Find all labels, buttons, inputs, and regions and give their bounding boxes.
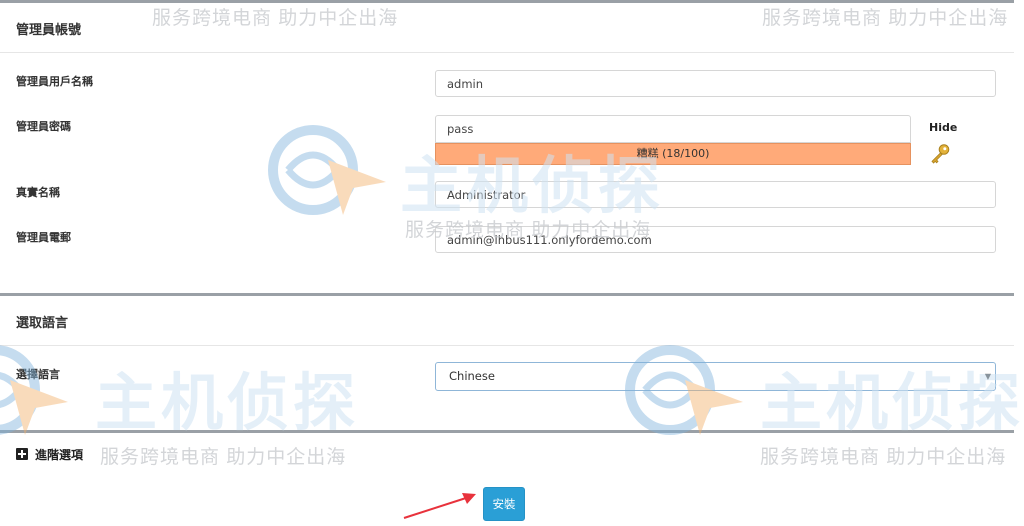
hide-password-toggle[interactable]: Hide: [929, 121, 957, 134]
watermark-brand: 主机侦探: [400, 149, 665, 222]
watermark-slogan: 服务跨境电商 助力中企出海: [100, 447, 347, 468]
watermark-slogan: 服务跨境电商 助力中企出海: [760, 447, 1007, 468]
pointer-arrow-icon: [403, 493, 476, 519]
account-section-title: 管理員帳號: [16, 23, 82, 38]
plus-square-icon[interactable]: [16, 448, 28, 460]
language-section-title: 選取語言: [16, 316, 69, 331]
advanced-options-toggle[interactable]: 進階選項: [35, 446, 83, 463]
installer-page: 管理員帳號 管理員用戶名稱 admin 管理員密碼 pass 糟糕 (18/10…: [0, 0, 1024, 526]
watermark-brand: 主机侦探: [760, 366, 1024, 439]
watermark-logo-icon: [625, 345, 743, 435]
username-label: 管理員用戶名稱: [16, 75, 93, 88]
language-select-value: Chinese: [449, 369, 495, 383]
watermark-slogan: 服务跨境电商 助力中企出海: [152, 8, 399, 29]
email-label: 管理員電郵: [16, 231, 71, 244]
watermark-logo-icon: [0, 345, 68, 435]
watermark-slogan: 服务跨境电商 助力中企出海: [762, 8, 1009, 29]
section-header-divider-language: [0, 345, 1014, 346]
section-header-divider: [0, 52, 1014, 53]
username-input[interactable]: admin: [435, 70, 996, 97]
password-label: 管理員密碼: [16, 120, 71, 133]
install-button[interactable]: 安裝: [483, 487, 525, 521]
watermark-brand: 主机侦探: [95, 366, 360, 439]
key-icon[interactable]: [929, 143, 951, 165]
section-divider-language: [0, 293, 1014, 296]
realname-label: 真實名稱: [16, 186, 60, 199]
watermark-logo-icon: [268, 125, 386, 215]
